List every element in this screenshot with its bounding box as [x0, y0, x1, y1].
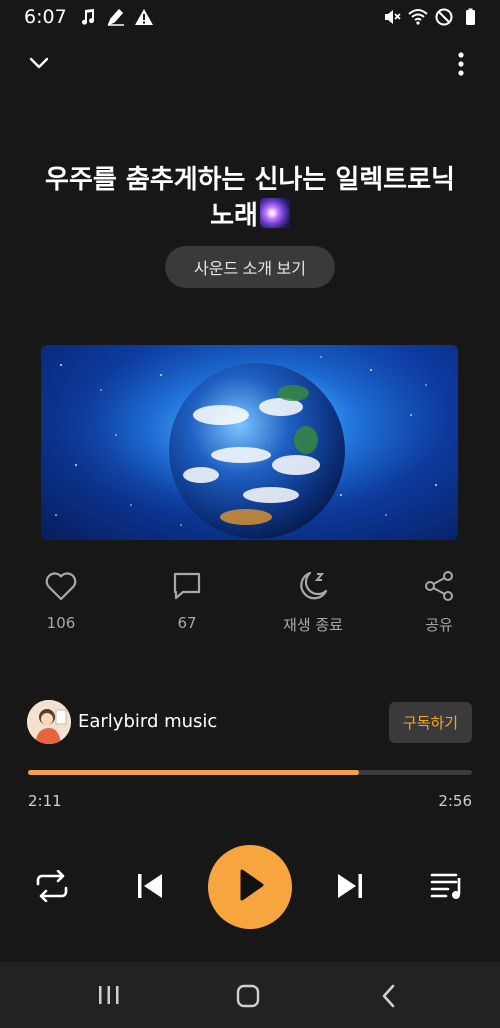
sleep-moon-icon[interactable] [268, 568, 358, 604]
progress-fill [28, 770, 360, 775]
play-icon [233, 867, 267, 907]
status-left-icons [78, 7, 154, 27]
back-icon[interactable] [378, 983, 400, 1013]
do-not-disturb-icon [434, 7, 454, 27]
battery-icon [460, 7, 480, 27]
status-bar: 6:07 [0, 0, 500, 36]
wifi-icon [408, 7, 428, 27]
repeat-icon[interactable] [34, 870, 70, 902]
share-action[interactable]: 공유 [394, 568, 484, 635]
like-count: 106 [46, 614, 76, 632]
song-title-text: 우주를 춤추게하는 신나는 일렉트로닉 노래 [45, 165, 455, 231]
galaxy-emoji-icon [259, 198, 290, 228]
status-right-icons [382, 7, 480, 27]
progress-bar[interactable] [28, 770, 472, 775]
next-track-icon[interactable] [334, 871, 366, 901]
play-button[interactable] [208, 845, 292, 929]
channel-name[interactable]: Earlybird music [78, 711, 217, 732]
more-vert-icon[interactable] [450, 50, 472, 78]
share-icon[interactable] [394, 568, 484, 604]
pen-icon [106, 7, 126, 27]
like-action[interactable]: 106 [16, 568, 106, 632]
current-time: 2:11 [28, 792, 62, 810]
warning-icon [134, 7, 154, 27]
mute-icon [382, 7, 402, 27]
comment-count: 67 [177, 614, 197, 632]
sleep-timer-label: 재생 종료 [283, 616, 343, 634]
heart-icon[interactable] [16, 568, 106, 604]
home-icon[interactable] [235, 983, 261, 1013]
recent-apps-icon[interactable] [97, 984, 121, 1010]
chevron-down-icon[interactable] [26, 50, 52, 76]
comment-action[interactable]: 67 [142, 568, 232, 632]
comment-icon[interactable] [142, 568, 232, 604]
previous-track-icon[interactable] [134, 871, 166, 901]
channel-avatar[interactable] [27, 700, 71, 744]
status-time: 6:07 [24, 6, 67, 28]
share-label: 공유 [425, 616, 453, 634]
sound-intro-button[interactable]: 사운드 소개 보기 [165, 246, 335, 288]
subscribe-button[interactable]: 구독하기 [389, 702, 472, 743]
playlist-icon[interactable] [430, 870, 466, 902]
sleep-timer-action[interactable]: 재생 종료 [268, 568, 358, 635]
song-title: 우주를 춤추게하는 신나는 일렉트로닉 노래 [30, 162, 470, 234]
music-note-icon [78, 7, 98, 27]
total-time: 2:56 [438, 792, 472, 810]
cover-image [41, 345, 458, 540]
system-nav-bar [0, 962, 500, 1028]
